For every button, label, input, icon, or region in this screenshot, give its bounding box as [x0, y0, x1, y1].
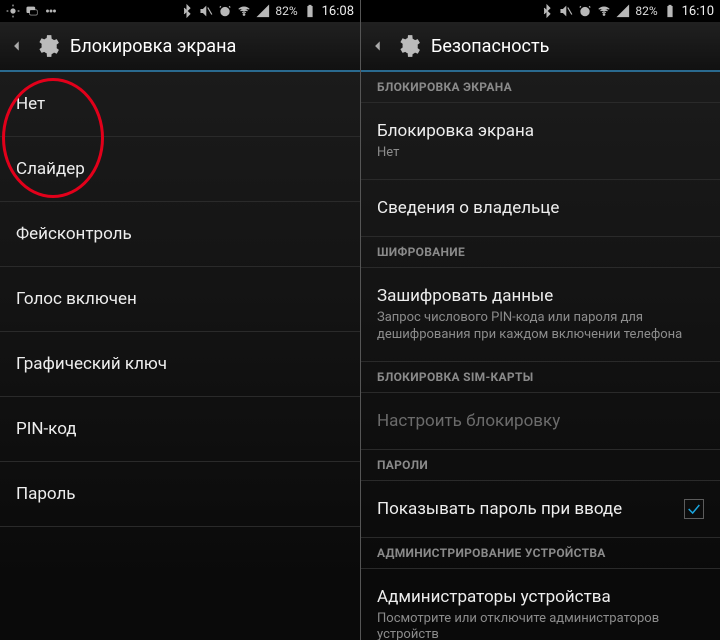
row-device-admins[interactable]: Администраторы устройства Посмотрите или…	[361, 569, 720, 640]
battery-icon	[663, 4, 677, 18]
dots-icon	[44, 4, 58, 18]
brightness-icon	[6, 4, 20, 18]
section-admin: АДМИНИСТРИРОВАНИЕ УСТРОЙСТВА	[361, 538, 720, 569]
row-show-password[interactable]: Показывать пароль при вводе	[361, 481, 720, 538]
checkbox-show-password[interactable]	[684, 499, 704, 519]
status-bar: 82% 16:08	[0, 0, 360, 22]
row-encrypt[interactable]: Зашифровать данные Запрос числового PIN-…	[361, 268, 720, 362]
battery-icon	[303, 4, 317, 18]
section-lock: БЛОКИРОВКА ЭКРАНА	[361, 72, 720, 103]
mute-icon	[559, 4, 573, 18]
alarm-icon	[218, 4, 232, 18]
settings-icon	[395, 33, 421, 59]
chat-icon	[25, 4, 39, 18]
clock: 16:10	[682, 4, 714, 19]
mute-icon	[199, 4, 213, 18]
row-owner-info[interactable]: Сведения о владельце	[361, 180, 720, 237]
wifi-icon	[237, 4, 251, 18]
page-title: Безопасность	[431, 36, 549, 57]
app-header: Безопасность	[361, 22, 720, 72]
battery-pct: 82%	[275, 4, 297, 18]
back-icon[interactable]	[371, 33, 385, 59]
battery-pct: 82%	[635, 4, 657, 18]
back-icon[interactable]	[10, 33, 24, 59]
pane-security: 82% 16:10 Безопасность БЛОКИРОВКА ЭКРАНА…	[360, 0, 720, 640]
page-title: Блокировка экрана	[70, 36, 236, 57]
wifi-icon	[597, 4, 611, 18]
opt-pin[interactable]: PIN-код	[0, 397, 360, 462]
settings-icon	[34, 33, 60, 59]
lock-options-list: Нет Слайдер Фейсконтроль Голос включен Г…	[0, 72, 360, 640]
opt-password[interactable]: Пароль	[0, 462, 360, 527]
signal-icon	[256, 4, 270, 18]
opt-voice[interactable]: Голос включен	[0, 267, 360, 332]
bluetooth-icon	[540, 4, 554, 18]
opt-face[interactable]: Фейсконтроль	[0, 202, 360, 267]
row-sim-setup: Настроить блокировку	[361, 393, 720, 450]
section-encrypt: ШИФРОВАНИЕ	[361, 237, 720, 268]
opt-pattern[interactable]: Графический ключ	[0, 332, 360, 397]
row-lock-screen[interactable]: Блокировка экрана Нет	[361, 103, 720, 180]
app-header: Блокировка экрана	[0, 22, 360, 72]
bluetooth-icon	[180, 4, 194, 18]
alarm-icon	[578, 4, 592, 18]
security-list: БЛОКИРОВКА ЭКРАНА Блокировка экрана Нет …	[361, 72, 720, 640]
opt-slider[interactable]: Слайдер	[0, 137, 360, 202]
clock: 16:08	[322, 4, 354, 19]
section-passwords: ПАРОЛИ	[361, 450, 720, 481]
status-bar: 82% 16:10	[361, 0, 720, 22]
opt-none[interactable]: Нет	[0, 72, 360, 137]
pane-lock-screen: 82% 16:08 Блокировка экрана Нет Слайдер …	[0, 0, 360, 640]
signal-icon	[616, 4, 630, 18]
section-sim: БЛОКИРОВКА SIM-КАРТЫ	[361, 362, 720, 393]
